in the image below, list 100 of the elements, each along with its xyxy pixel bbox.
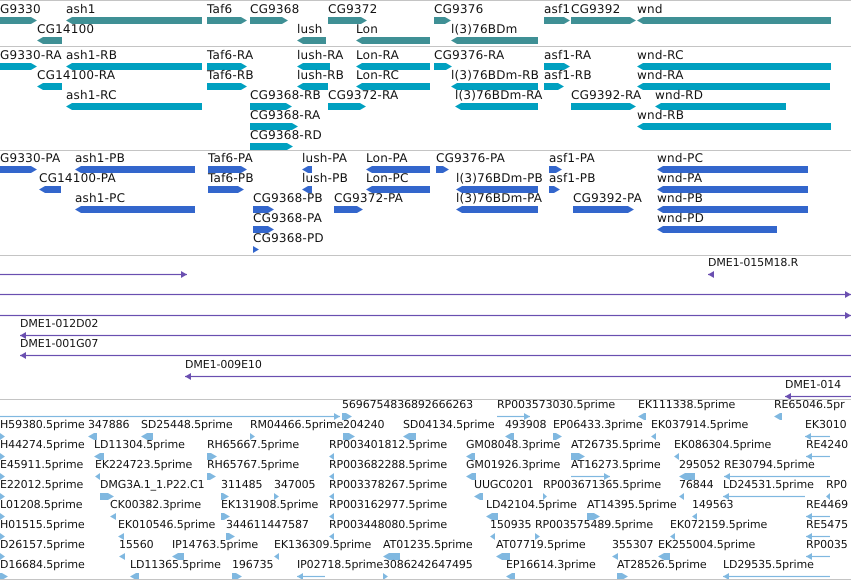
feature-label: CG9368-RD [250,128,322,142]
gene-glyph [250,17,288,24]
protein-glyph [436,166,449,173]
feature-label: l(3)76BDm-RB [451,68,540,82]
est-glyph [543,493,547,500]
feature-label: Taf6 [207,2,232,16]
feature-label: ash1-PC [75,191,126,205]
feature-label: RP003682288.5prime [329,458,448,472]
est-glyph [490,533,495,540]
transcript-glyph [37,83,62,90]
feature-label: ash1-PB [75,151,126,165]
feature-label: wnd [637,2,663,16]
feature-label: Lon-PA [366,151,408,165]
feature-label: DME1-009E10 [185,358,262,372]
est-glyph [221,513,230,520]
feature-label: RE5475 [806,518,848,532]
feature-label: DME1-012D02 [20,316,98,331]
est-glyph [826,493,830,500]
protein-glyph [366,166,430,173]
clone-glyph [785,392,851,399]
est-glyph [805,433,830,440]
est-glyph [343,433,355,440]
feature-label: EK224723.5prime [95,458,192,472]
est-glyph [232,573,242,579]
transcript-glyph [0,63,37,70]
feature-label: 149563 [692,498,734,512]
est-glyph [342,413,352,420]
est-glyph [119,553,125,560]
feature-label: H59380.5prime [0,418,85,432]
est-glyph [466,473,476,480]
feature-label: EK111338.5prime [638,400,736,412]
feature-label: 196735 [232,558,274,572]
feature-label: ash1 [66,2,96,16]
est-glyph [141,433,153,440]
gene-glyph [37,37,62,44]
feature-label: AT28526.5prime [617,558,707,572]
est-glyph [474,493,483,500]
transcript-glyph [250,143,293,150]
feature-label: RP0 [826,478,847,492]
feature-label: EK086304.5prime [674,438,772,452]
feature-label: l(3)76BDm-RA [455,88,543,102]
est-glyph [172,553,184,560]
gene-glyph [297,37,326,44]
feature-label: lush-PB [302,171,348,185]
est-glyph [674,453,679,460]
feature-label: DME1-001G07 [20,337,98,352]
feature-label: wnd-PD [657,211,704,225]
feature-label: G9330 [0,2,41,16]
feature-label: lush-RA [297,48,344,62]
feature-label: RE4469 [806,498,848,512]
feature-label: CG9368-RB [250,88,321,102]
est-glyph [274,553,279,560]
transcript-glyph [250,103,292,110]
feature-label: AT14395.5prime [587,498,677,512]
protein-glyph [0,166,37,173]
gene-glyph [207,17,247,24]
feature-label: EP16614.3prime [506,558,596,572]
feature-label: CG14100-RA [37,68,116,82]
est-glyph [100,493,114,500]
transcript-glyph [544,63,570,70]
transcript-glyph [207,63,247,70]
transcript-glyph [544,83,564,90]
feature-label: asf1 [544,2,570,16]
est-glyph [88,433,97,440]
feature-label: DME1-015M18.R [708,256,798,270]
feature-label: RP003671365.5prime [543,478,662,492]
est-glyph [94,453,104,460]
gene-glyph [0,17,37,24]
est-glyph [118,533,124,540]
est-glyph [806,513,830,520]
feature-label: CG9368 [250,2,300,16]
feature-label: 204240 [343,418,384,432]
feature-label: RP0035 [806,538,848,552]
feature-label: wnd-RB [637,108,684,122]
clone-glyph [708,271,714,278]
feature-label: 344611447587 [226,518,309,532]
feature-label: RP003573030.5prime [497,400,616,412]
transcript-glyph [297,83,328,90]
feature-label: E45911.5prime [0,458,84,472]
feature-label: 295052 [679,458,720,472]
est-glyph [329,473,334,480]
est-glyph [651,433,656,440]
feature-label: 15560 [119,538,154,552]
feature-label: ash1-RC [66,88,117,102]
feature-label: l(3)76BDm-PA [456,191,542,205]
feature-label: D16684.5prime [0,558,85,572]
est-glyph [497,413,530,420]
est-glyph [110,513,116,520]
feature-label: LD29535.5prime [723,558,814,572]
feature-label: 150935 [490,518,532,532]
feature-label: CG9376-PA [436,151,506,165]
est-glyph [506,573,515,579]
feature-label: Taf6-RA [207,48,254,62]
protein-glyph [253,246,259,253]
feature-label: CG9368-PB [253,191,323,205]
feature-label: CG9372 [328,2,378,16]
est-glyph [329,493,334,500]
feature-label: RE4240 [806,438,848,452]
est-glyph [806,453,830,460]
gene-glyph [434,17,451,24]
